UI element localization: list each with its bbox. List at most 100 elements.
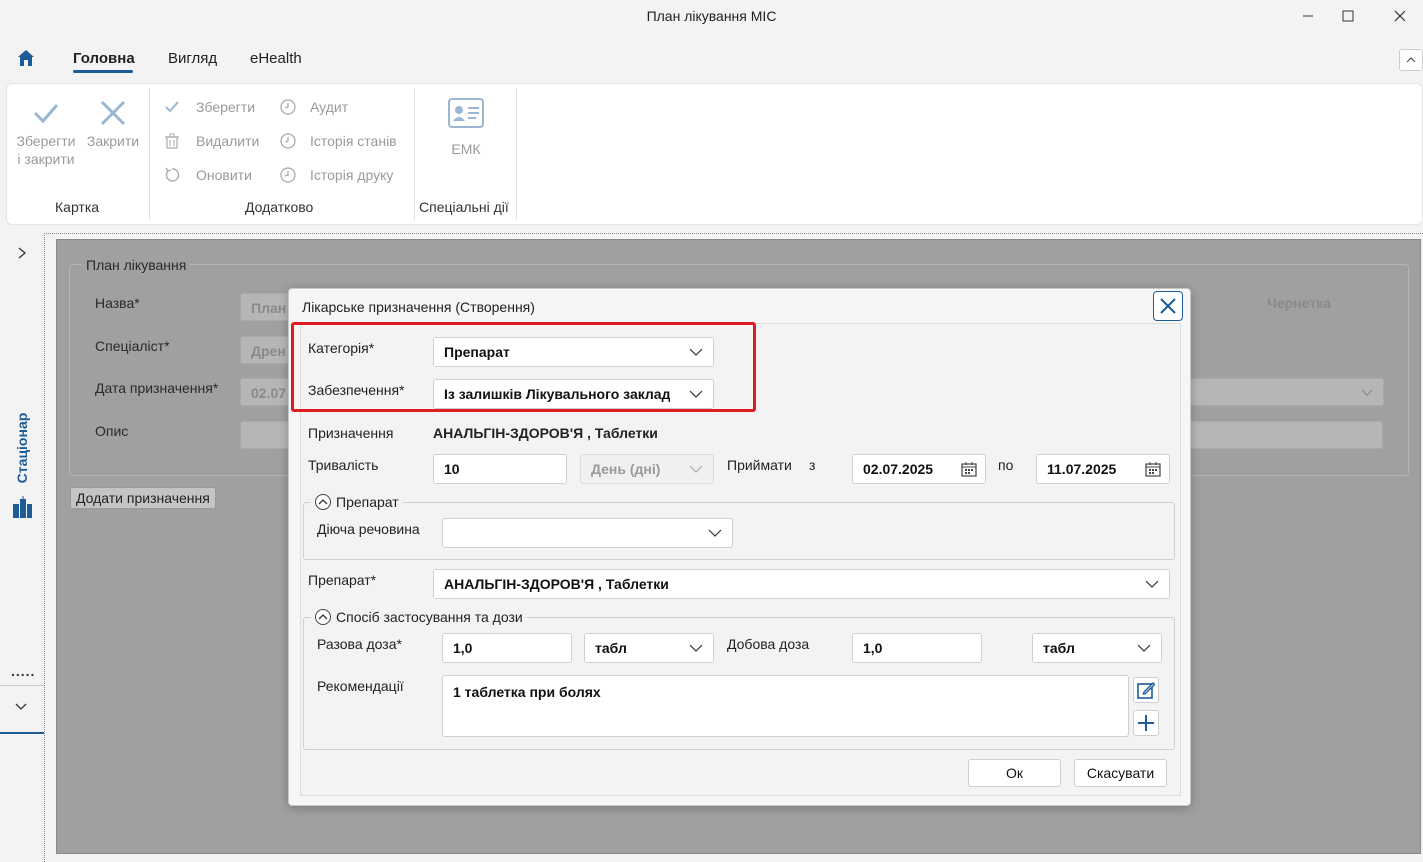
audit-button[interactable]: Аудит xyxy=(280,97,348,117)
add-recommendation-button[interactable] xyxy=(1133,710,1159,736)
active-indicator xyxy=(0,732,44,734)
print-history-label: Історія друку xyxy=(310,167,394,183)
provision-value: Із залишків Лікувального заклад xyxy=(444,386,671,402)
home-icon xyxy=(18,50,34,66)
to-date-input[interactable]: 11.07.2025 xyxy=(1036,454,1170,484)
chevron-down-icon xyxy=(708,529,722,537)
close-window-button[interactable] xyxy=(1377,0,1423,32)
ribbon-separator xyxy=(149,88,150,220)
description-input[interactable] xyxy=(240,421,290,449)
close-button[interactable]: Закрити xyxy=(84,98,142,150)
calendar-icon xyxy=(1145,462,1161,477)
to-date-value: 11.07.2025 xyxy=(1047,461,1117,477)
drug-section xyxy=(303,502,1175,560)
clock-icon xyxy=(280,133,296,149)
edit-icon xyxy=(1137,682,1155,699)
delete-button[interactable]: Видалити xyxy=(164,131,259,151)
refresh-button[interactable]: Оновити xyxy=(164,165,252,185)
daily-dose-unit-select[interactable]: табл xyxy=(1032,633,1162,663)
save-close-label-1: Зберегти xyxy=(16,133,76,149)
specialist-input[interactable]: Дрен xyxy=(240,336,290,364)
drug-section-header[interactable]: Препарат xyxy=(311,494,403,510)
group-card-label: Картка xyxy=(55,199,100,215)
emk-label: ЕМК xyxy=(451,141,481,157)
ribbon-separator xyxy=(414,88,415,220)
date-input[interactable]: 02.07 xyxy=(240,378,290,406)
save-label: Зберегти xyxy=(196,99,256,115)
menu-view[interactable]: Вигляд xyxy=(168,50,217,67)
provision-select[interactable]: Із залишків Лікувального заклад xyxy=(433,379,714,409)
chevron-down-icon xyxy=(15,703,27,710)
category-select[interactable]: Препарат xyxy=(433,337,714,367)
menu-ehealth[interactable]: eHealth xyxy=(250,50,302,67)
collapse-panel-button[interactable] xyxy=(14,700,28,716)
emk-button[interactable]: ЕМК xyxy=(440,98,492,158)
chevron-down-icon xyxy=(689,390,703,398)
chevron-down-icon xyxy=(689,348,703,356)
save-button[interactable]: Зберегти xyxy=(164,97,255,117)
menu-active-indicator xyxy=(73,70,133,73)
home-button[interactable] xyxy=(16,48,36,71)
daily-dose-input[interactable]: 1,0 xyxy=(852,633,982,663)
collapse-ribbon-button[interactable] xyxy=(1399,49,1423,71)
single-dose-input[interactable]: 1,0 xyxy=(442,633,572,663)
ok-button[interactable]: Ок xyxy=(968,759,1061,787)
daily-dose-unit-value: табл xyxy=(1043,640,1075,656)
chevron-down-icon xyxy=(1361,389,1373,396)
chevron-down-icon xyxy=(689,644,703,652)
add-assignment-button[interactable]: Додати призначення xyxy=(70,487,216,509)
dialog-close-button[interactable] xyxy=(1153,291,1183,321)
to-label: по xyxy=(998,457,1014,473)
left-panel xyxy=(0,230,44,862)
collapse-icon xyxy=(315,609,331,625)
check-icon xyxy=(33,104,59,124)
window-title: План лікування МІС xyxy=(646,8,777,24)
recommendations-textarea[interactable]: 1 таблетка при болях xyxy=(442,675,1129,737)
background-select[interactable] xyxy=(1180,378,1384,406)
divider xyxy=(0,685,44,686)
category-value: Препарат xyxy=(444,344,510,360)
name-input[interactable]: План xyxy=(240,293,290,321)
duration-unit-value: День (дні) xyxy=(591,461,661,477)
dialog-title: Лікарське призначення (Створення) xyxy=(302,299,535,315)
drug-label: Препарат* xyxy=(308,572,377,588)
description-input-right[interactable] xyxy=(1180,421,1383,449)
maximize-button[interactable] xyxy=(1325,0,1371,32)
from-date-input[interactable]: 02.07.2025 xyxy=(852,454,986,484)
name-label: Назва* xyxy=(95,295,140,311)
assignment-label: Призначення xyxy=(308,425,394,441)
save-close-button[interactable]: Зберегти і закрити xyxy=(12,98,80,168)
close-label: Закрити xyxy=(86,133,140,149)
maximize-icon xyxy=(1342,10,1354,22)
x-icon xyxy=(100,100,126,126)
check-small-icon xyxy=(165,101,179,113)
refresh-label: Оновити xyxy=(196,167,252,183)
specialist-label: Спеціаліст* xyxy=(95,338,170,354)
edit-recommendations-button[interactable] xyxy=(1133,677,1159,703)
chevron-down-icon xyxy=(1137,644,1151,652)
panel-dots: ..... xyxy=(11,663,36,679)
active-substance-select[interactable] xyxy=(442,518,733,548)
duration-input[interactable]: 10 xyxy=(433,454,567,484)
drug-select[interactable]: АНАЛЬГІН-ЗДОРОВ'Я , Таблетки xyxy=(433,569,1170,599)
dose-section-title: Спосіб застосування та дози xyxy=(336,609,523,625)
print-history-button[interactable]: Історія друку xyxy=(280,165,393,185)
inpatient-tab[interactable]: Стаціонар xyxy=(12,410,32,490)
group-special-label: Спеціальні дії xyxy=(419,199,509,215)
from-date-value: 02.07.2025 xyxy=(863,461,934,477)
menu-home[interactable]: Головна xyxy=(73,50,135,67)
active-substance-label: Діюча речовина xyxy=(317,521,420,537)
plan-fieldset-title: План лікування xyxy=(82,257,191,273)
audit-label: Аудит xyxy=(310,99,349,115)
duration-unit-select[interactable]: День (дні) xyxy=(580,454,714,484)
cancel-button[interactable]: Скасувати xyxy=(1074,759,1167,787)
drug-section-title: Препарат xyxy=(336,494,399,510)
hospital-icon xyxy=(11,496,33,523)
dose-section-header[interactable]: Спосіб застосування та дози xyxy=(311,609,527,625)
provision-label: Забезпечення* xyxy=(308,382,405,398)
expand-panel-button[interactable] xyxy=(16,246,28,263)
status-history-label: Історія станів xyxy=(310,133,397,149)
single-dose-unit-select[interactable]: табл xyxy=(584,633,714,663)
status-history-button[interactable]: Історія станів xyxy=(280,131,397,151)
take-label: Приймати xyxy=(727,457,792,473)
